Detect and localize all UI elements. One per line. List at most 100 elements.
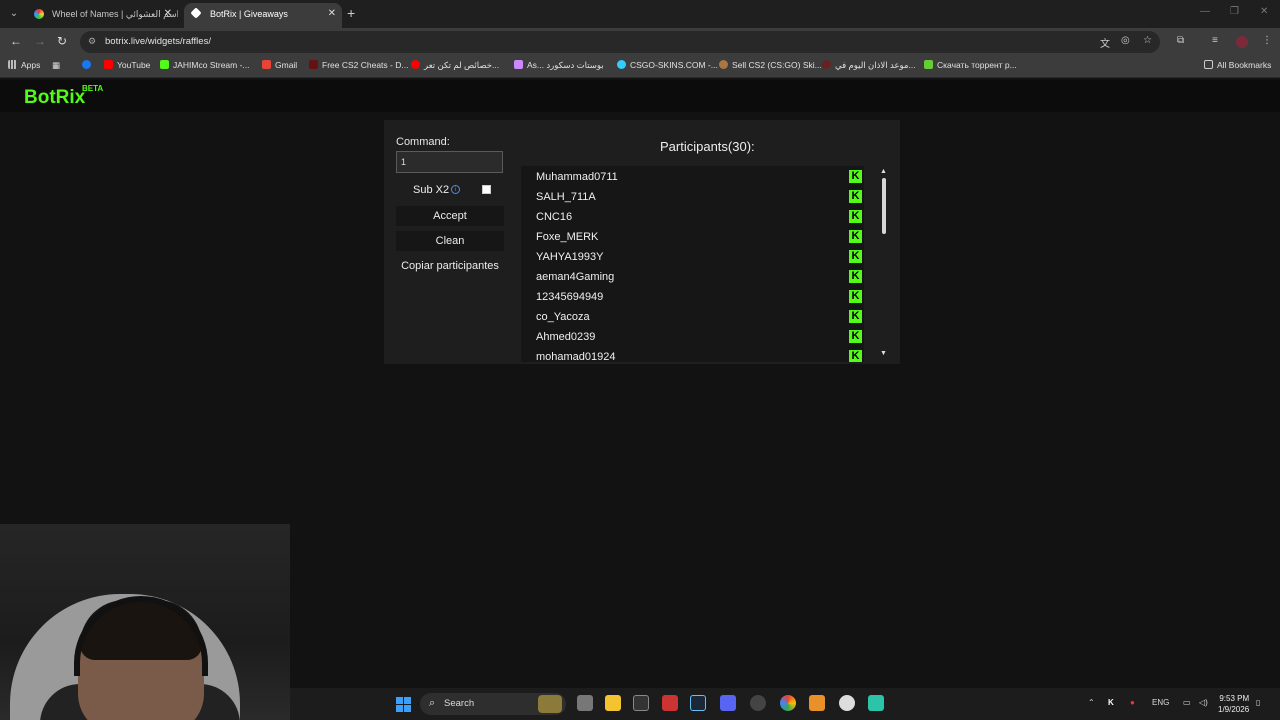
close-tab-icon[interactable]: ✕ xyxy=(164,3,172,25)
tab-wheel-of-names[interactable]: Wheel of Names | اسم العشوائي ✕ xyxy=(26,3,178,28)
kick-icon: K xyxy=(849,270,862,283)
profile-avatar[interactable] xyxy=(1236,36,1248,48)
list-item: aeman4Gaming K xyxy=(521,267,864,287)
scroll-down-icon[interactable]: ▼ xyxy=(880,350,887,357)
chrome-icon[interactable] xyxy=(780,695,796,711)
close-window-icon[interactable]: ✕ xyxy=(1260,6,1268,17)
command-label: Command: xyxy=(396,136,450,148)
bookmark-cs2-cheats[interactable]: Free CS2 Cheats - D... xyxy=(309,60,408,70)
windows-start-icon[interactable] xyxy=(396,697,412,713)
new-tab-icon[interactable]: + xyxy=(347,5,355,21)
network-icon[interactable]: ▭ xyxy=(1183,698,1191,707)
tray-chevron-icon[interactable]: ⌃ xyxy=(1088,698,1095,707)
settings-icon[interactable] xyxy=(839,695,855,711)
all-bookmarks[interactable]: All Bookmarks xyxy=(1204,60,1271,70)
minimize-icon[interactable]: — xyxy=(1200,6,1210,17)
bookmark-jahimco[interactable]: JAHIMco Stream -... xyxy=(160,60,250,70)
clock-date: 1/9/2026 xyxy=(1218,705,1250,714)
list-item: co_Yacoza K xyxy=(521,307,864,327)
kick-tray-icon[interactable]: K xyxy=(1108,698,1114,707)
list-item: Foxe_MERK K xyxy=(521,227,864,247)
back-icon[interactable]: ← xyxy=(10,34,22,48)
bookmark-torrent[interactable]: Скачать торрент р... xyxy=(924,60,1017,70)
bookmark-discord-posts[interactable]: As... بوستات دسكورد xyxy=(514,60,604,71)
bookmark-apps[interactable]: Apps xyxy=(8,60,40,70)
obs-icon[interactable] xyxy=(750,695,766,711)
steam-icon[interactable] xyxy=(690,695,706,711)
reload-icon[interactable]: ↻ xyxy=(57,34,67,48)
folder-icon xyxy=(1204,60,1213,69)
volume-icon[interactable]: ◁) xyxy=(1199,698,1208,707)
extensions-icon[interactable]: ⧉ xyxy=(1177,35,1184,46)
list-item: mohamad01924 K xyxy=(521,347,864,362)
copy-participants-button[interactable]: Copiar participantes xyxy=(396,256,504,276)
participants-title: Participants(30): xyxy=(660,139,755,154)
kick-icon: K xyxy=(849,190,862,203)
wheel-favicon-icon xyxy=(34,9,44,19)
command-input[interactable] xyxy=(396,151,503,173)
close-tab-icon[interactable]: ✕ xyxy=(328,3,336,25)
bookmark-sell-cs2[interactable]: Sell CS2 (CS:GO) Ski... xyxy=(719,60,822,70)
bookmark-youtube[interactable]: YouTube xyxy=(104,60,150,70)
menu-icon[interactable]: ⋮ xyxy=(1262,35,1272,46)
kick-icon: K xyxy=(849,210,862,223)
gem-icon xyxy=(514,60,523,69)
bookmark-csgo-skins[interactable]: CSGO-SKINS.COM -... xyxy=(617,60,718,70)
list-item: YAHYA1993Y K xyxy=(521,247,864,267)
scrollbar-thumb[interactable] xyxy=(882,178,886,234)
botrix-logo[interactable]: BotRix xyxy=(24,87,85,109)
browser-toolbar: ← → ↻ ⚙ botrix.live/widgets/raffles/ 文 ◎… xyxy=(0,28,1280,56)
info-icon[interactable]: i xyxy=(451,185,460,194)
webcam-overlay xyxy=(0,524,290,720)
participant-name: co_Yacoza xyxy=(536,311,590,323)
media-icon[interactable]: ≡ xyxy=(1212,35,1218,46)
sub-x2-checkbox[interactable] xyxy=(482,185,491,194)
kick-icon: K xyxy=(849,230,862,243)
participants-list[interactable]: Muhammad0711 K SALH_711A K CNC16 K Foxe_MER… xyxy=(521,166,864,362)
participant-name: YAHYA1993Y xyxy=(536,251,604,263)
file-explorer-icon[interactable] xyxy=(605,695,621,711)
gmail-icon xyxy=(262,60,271,69)
taskbar-clock[interactable]: 9:53 PM 1/9/2026 xyxy=(1218,693,1249,715)
participant-name: CNC16 xyxy=(536,211,573,223)
bookmark-prayer-times[interactable]: موعد الاذان اليوم في... xyxy=(822,60,916,71)
tab-search-button[interactable]: ⌄ xyxy=(6,6,22,22)
microphone-icon[interactable]: ● xyxy=(1130,698,1135,707)
ghub-icon[interactable] xyxy=(633,695,649,711)
app-icon[interactable] xyxy=(868,695,884,711)
valorant-icon[interactable] xyxy=(662,695,678,711)
participants-scrollbar[interactable]: ▲ ▼ xyxy=(880,168,888,360)
forward-icon[interactable]: → xyxy=(34,34,46,48)
bookmark-youtube-arabic[interactable]: خصائص لم تكن تعر... xyxy=(411,60,499,71)
bookmark-facebook[interactable] xyxy=(82,60,95,70)
scroll-up-icon[interactable]: ▲ xyxy=(880,168,887,175)
list-item: CNC16 K xyxy=(521,207,864,227)
facebook-icon xyxy=(82,60,91,69)
kick-icon: K xyxy=(849,170,862,183)
restore-icon[interactable]: ❐ xyxy=(1230,6,1239,17)
bookmark-gmail[interactable]: Gmail xyxy=(262,60,297,70)
tab-groups-icon[interactable]: ▦ xyxy=(52,60,60,71)
notifications-icon[interactable]: ▯ xyxy=(1256,698,1260,707)
clean-button[interactable]: Clean xyxy=(396,231,504,251)
taskbar-search[interactable]: ⌕ Search xyxy=(420,693,566,715)
bookmark-star-icon[interactable]: ☆ xyxy=(1143,35,1152,46)
torrent-icon xyxy=(924,60,933,69)
participant-name: aeman4Gaming xyxy=(536,271,615,283)
youtube-icon xyxy=(104,60,113,69)
task-view-icon[interactable] xyxy=(577,695,593,711)
site-info-icon[interactable]: ⚙ xyxy=(88,36,100,48)
url-text[interactable]: botrix.live/widgets/raffles/ xyxy=(105,36,211,47)
bookmarks-bar: Apps ▦ YouTube JAHIMco Stream -... Gmail… xyxy=(0,56,1280,78)
eye-off-icon[interactable]: ◎ xyxy=(1121,35,1130,46)
discord-icon[interactable] xyxy=(720,695,736,711)
streamlabs-icon[interactable] xyxy=(809,695,825,711)
language-indicator[interactable]: ENG xyxy=(1152,698,1169,707)
accept-button[interactable]: Accept xyxy=(396,206,504,226)
cheats-icon xyxy=(309,60,318,69)
kick-icon: K xyxy=(849,250,862,263)
tab-botrix[interactable]: BotRix | Giveaways ✕ xyxy=(184,3,342,28)
address-bar[interactable]: ⚙ botrix.live/widgets/raffles/ xyxy=(80,31,1160,53)
sub-x2-label: Sub X2 xyxy=(413,184,450,196)
translate-icon[interactable]: 文 xyxy=(1100,35,1110,50)
